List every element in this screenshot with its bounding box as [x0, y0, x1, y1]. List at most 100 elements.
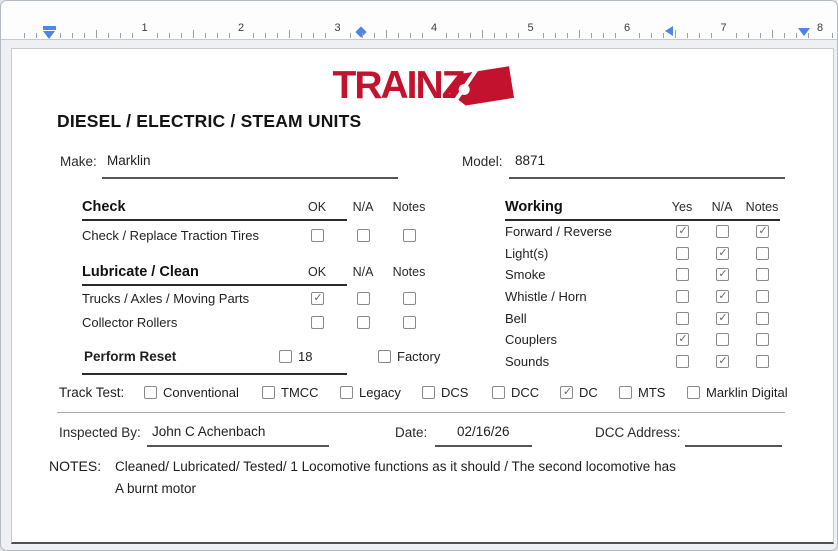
inspected-by-value[interactable]: John C Achenbach: [152, 424, 265, 439]
checkbox[interactable]: [715, 225, 729, 239]
checkbox[interactable]: [675, 246, 689, 260]
track-test-option-label: DCS: [441, 385, 469, 400]
checkbox-cell: [340, 228, 386, 242]
checkbox-cell: [662, 290, 702, 304]
column-header: Yes: [671, 200, 693, 214]
checkbox[interactable]: [755, 354, 769, 368]
ruler-tick: [23, 33, 25, 38]
checkbox-checked[interactable]: [675, 333, 690, 347]
checkbox-checked[interactable]: [715, 290, 730, 304]
checkbox[interactable]: [310, 315, 324, 329]
checkbox[interactable]: [340, 386, 353, 399]
perform-reset-option-label: 18: [298, 349, 313, 364]
check-section: Check OK N/A Notes Check / Replace Traction …: [82, 197, 432, 249]
ruler-number: 7: [720, 22, 727, 34]
checkbox-cell: [742, 225, 782, 239]
checklist-row: Sounds: [505, 351, 782, 373]
checkbox[interactable]: [402, 291, 416, 305]
checkbox[interactable]: [755, 333, 769, 347]
checkbox-cell: [702, 246, 742, 260]
checkbox-cell: [294, 315, 340, 329]
checklist-row: Smoke: [505, 264, 782, 286]
checkbox-checked[interactable]: [715, 354, 730, 368]
checkbox-cell: [742, 311, 782, 325]
checkbox[interactable]: [675, 268, 689, 282]
column-header: Notes: [392, 200, 426, 214]
checkbox[interactable]: [402, 315, 416, 329]
model-underline: [509, 177, 785, 179]
checkbox[interactable]: [279, 350, 292, 363]
checkbox-cell: [742, 246, 782, 260]
ruler-number: 1: [141, 22, 148, 34]
checkbox[interactable]: [262, 386, 275, 399]
checkbox-cell: [662, 246, 702, 260]
checkbox-checked[interactable]: [715, 246, 730, 260]
make-label: Make:: [60, 154, 97, 169]
row-label: Bell: [505, 310, 527, 326]
checkbox[interactable]: [378, 350, 391, 363]
perform-reset-title: Perform Reset: [84, 349, 177, 364]
checkbox[interactable]: [356, 291, 370, 305]
checkbox[interactable]: [755, 268, 769, 282]
ruler-tick: [651, 33, 653, 38]
checkbox-cell: [294, 291, 340, 305]
checklist-row: Couplers: [505, 329, 782, 351]
checkbox[interactable]: [402, 228, 416, 242]
make-value[interactable]: Marklin: [107, 153, 151, 168]
notes-text-line2[interactable]: A burnt motor: [115, 481, 196, 496]
checkbox-checked[interactable]: [715, 268, 730, 282]
ruler-tick: [614, 33, 616, 38]
ruler-tick: [385, 30, 387, 38]
row-label: Whistle / Horn: [505, 289, 587, 305]
checkbox[interactable]: [422, 386, 435, 399]
ruler-tick: [783, 33, 785, 38]
ruler-tick: [301, 33, 303, 38]
checkbox-checked[interactable]: [675, 225, 690, 239]
inspected-by-label: Inspected By:: [59, 425, 141, 440]
ruler-number: 5: [527, 22, 534, 34]
checkbox[interactable]: [715, 333, 729, 347]
ruler-tick: [349, 33, 351, 38]
track-test-option-label: Conventional: [163, 385, 239, 400]
ruler-tick: [518, 33, 520, 38]
checkbox[interactable]: [619, 386, 632, 399]
ruler-tick: [795, 33, 797, 38]
checkbox-cell: [294, 228, 340, 242]
ruler-tick: [771, 30, 773, 38]
checkbox-cell: [742, 354, 782, 368]
checkbox[interactable]: [492, 386, 505, 399]
checkbox[interactable]: [755, 311, 769, 325]
notes-text-line1[interactable]: Cleaned/ Lubricated/ Tested/ 1 Locomotiv…: [115, 459, 676, 474]
ruler-tick: [84, 33, 86, 38]
checkbox[interactable]: [755, 246, 769, 260]
checkbox[interactable]: [755, 290, 769, 304]
working-section: Working Yes N/A Notes Forward / Reverse Light…: [505, 197, 782, 372]
checkbox-cell: [702, 354, 742, 368]
checkbox-cell: [702, 290, 742, 304]
checkbox[interactable]: [356, 315, 370, 329]
checkbox-checked[interactable]: [755, 225, 770, 239]
ruler-number: 2: [237, 22, 245, 34]
ruler-tick: [446, 33, 448, 38]
checkbox[interactable]: [675, 290, 689, 304]
checkbox[interactable]: [687, 386, 700, 399]
checkbox-checked[interactable]: [560, 386, 574, 399]
row-label: Sounds: [505, 353, 550, 369]
ruler-tick: [506, 33, 508, 38]
tab-stop-marker[interactable]: [665, 26, 673, 36]
perform-reset-option-label: Factory: [397, 349, 441, 364]
checkbox-checked[interactable]: [715, 311, 730, 325]
first-line-indent-marker[interactable]: [43, 26, 56, 30]
ruler-tick: [228, 33, 230, 38]
checkbox[interactable]: [356, 228, 370, 242]
model-value[interactable]: 8871: [515, 153, 545, 168]
checkbox[interactable]: [675, 311, 689, 325]
left-indent-marker[interactable]: [43, 31, 55, 39]
checkbox[interactable]: [675, 354, 689, 368]
date-value[interactable]: 02/16/26: [457, 424, 510, 439]
checkbox-checked[interactable]: [310, 291, 325, 305]
dcc-address-underline: [685, 445, 782, 447]
track-test-option-label: TMCC: [281, 385, 319, 400]
checkbox[interactable]: [310, 228, 324, 242]
checkbox[interactable]: [144, 386, 157, 399]
